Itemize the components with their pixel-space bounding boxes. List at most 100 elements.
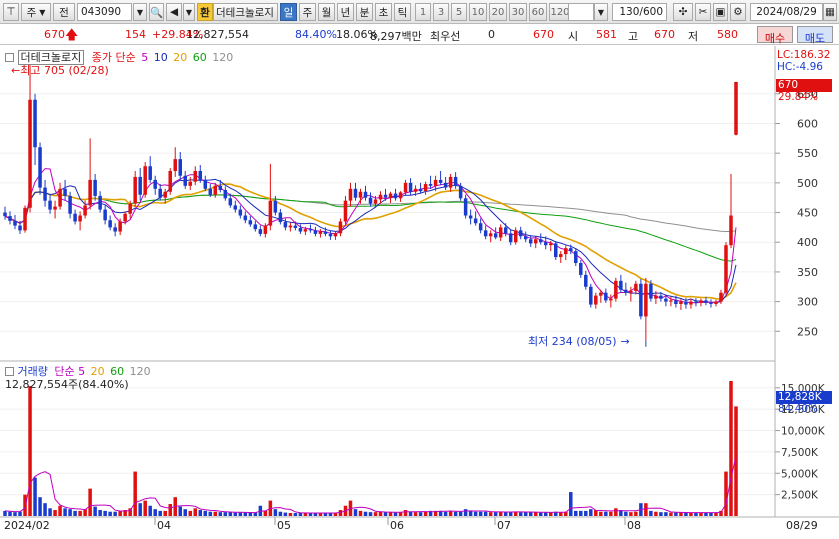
volume-current-pct: 84.40% (778, 403, 819, 415)
volume-panel-toggle-icon[interactable] (5, 367, 14, 376)
period-tab-3[interactable]: 년 (337, 3, 354, 21)
volume-bar (48, 508, 52, 516)
price-tick-label: 400 (797, 236, 818, 249)
calendar-icon[interactable]: ▦ (823, 3, 837, 21)
x-label-07: 07 (497, 519, 511, 532)
candle-body (268, 200, 273, 226)
exchange-button[interactable]: 환 (197, 3, 213, 21)
stock-name: 더테크놀로지 (216, 6, 274, 19)
volume-bar (579, 510, 583, 516)
volume-bar (263, 510, 268, 516)
candle-body (228, 198, 233, 206)
scissors-icon[interactable]: ✂ (695, 3, 711, 21)
interval-tab-0[interactable]: 1 (415, 3, 431, 21)
volume-bar (423, 511, 428, 516)
candle-body (433, 179, 438, 186)
layout-icon[interactable]: ⊤ (3, 3, 19, 21)
grid-settings-icon[interactable]: ✣ (673, 3, 693, 21)
interval-tab-6[interactable]: 60 (529, 3, 547, 21)
candle-body (248, 220, 253, 225)
volume-bar (223, 512, 228, 516)
volume-text: 12,827,554주(84.40%) (5, 378, 129, 391)
price-tick-label: 500 (797, 177, 818, 190)
gear-icon[interactable]: ⚙ (730, 3, 746, 21)
candle-body (734, 81, 738, 135)
volume-bar (664, 512, 668, 516)
candle-body (589, 286, 593, 305)
volume-bar (203, 510, 208, 516)
volume-bar (23, 494, 27, 516)
interval-dropdown-icon[interactable]: ▼ (594, 3, 608, 21)
sell-button[interactable]: 매도 (797, 26, 833, 45)
volume-bar (659, 512, 663, 516)
volume-bar (493, 512, 498, 516)
volume-bar (68, 509, 72, 516)
period-tab-5[interactable]: 초 (375, 3, 392, 21)
buy-label: 매수 (764, 32, 786, 45)
price-tick-label: 300 (797, 296, 818, 309)
candle-body (273, 200, 278, 213)
interval-tab-3[interactable]: 10 (469, 3, 487, 21)
volume-bar (724, 471, 728, 516)
interval-tab-4[interactable]: 20 (489, 3, 507, 21)
price-chart[interactable]: 25030035040045050055060065015,000K12,500… (0, 46, 839, 539)
volume-bar (488, 512, 493, 516)
current-pct-tag: 29.84% (778, 91, 819, 103)
stock-name-field[interactable]: 더테크놀로지 (213, 3, 278, 21)
save-icon[interactable]: ▣ (713, 3, 728, 21)
candle-body (443, 182, 448, 188)
candle-body (153, 179, 157, 189)
candle-body (659, 295, 663, 299)
candle-body (368, 197, 373, 204)
volume-bar (88, 488, 92, 516)
candle-body (664, 298, 668, 302)
candle-body (498, 227, 503, 238)
candle-body (574, 251, 578, 264)
sell-label: 매도 (804, 32, 826, 45)
candle-body (73, 213, 77, 222)
volume-tick-label: 10,000K (781, 426, 826, 438)
volume-bar (674, 512, 678, 516)
volume-bar (178, 506, 182, 516)
code-dropdown-icon[interactable]: ▼ (133, 3, 147, 21)
up-arrow-icon: 🡅 (65, 28, 79, 43)
interval-tab-2[interactable]: 5 (451, 3, 467, 21)
open-value: 581 (596, 28, 617, 41)
code-input[interactable]: 043090 (77, 3, 132, 21)
type-select[interactable]: 주 ▼ (21, 3, 51, 21)
count-field[interactable]: 130/600 (612, 3, 667, 21)
volume-bar (403, 510, 408, 516)
market-select[interactable]: 전 (53, 3, 75, 21)
panel-toggle-icon[interactable] (5, 53, 14, 62)
candle-body (614, 280, 618, 299)
volume-bar (3, 510, 7, 516)
period-tab-6[interactable]: 틱 (394, 3, 411, 21)
buy-button[interactable]: 매수 (757, 26, 793, 45)
volume-bar (113, 511, 117, 516)
market-label: 전 (59, 6, 69, 19)
candle-body (198, 170, 203, 180)
speaker-icon[interactable]: ◀ (166, 3, 182, 21)
candle-body (463, 198, 468, 216)
date-field[interactable]: 2024/08/29 (750, 3, 823, 21)
interval-tab-5[interactable]: 30 (509, 3, 527, 21)
candle-body (669, 300, 673, 302)
search-icon[interactable]: 🔍 (149, 3, 164, 21)
candle-body (3, 212, 7, 217)
period-tab-2[interactable]: 월 (318, 3, 335, 21)
period-tab-1[interactable]: 주 (299, 3, 316, 21)
candle-body (103, 209, 107, 221)
candle-body (283, 222, 288, 228)
left-arrow-icon: ← (11, 64, 21, 77)
candle-body (513, 230, 518, 243)
period-tab-4[interactable]: 분 (356, 3, 373, 21)
x-label-05: 05 (277, 519, 291, 532)
best-bid-value: 0 (488, 28, 495, 41)
interval-tab-1[interactable]: 3 (433, 3, 449, 21)
custom-interval-input[interactable] (568, 3, 594, 21)
volume-bar (63, 508, 67, 516)
volume-bar (543, 512, 548, 516)
speaker-dropdown-icon[interactable]: ▼ (183, 3, 195, 21)
ma10-label: 10 (153, 51, 168, 64)
period-tab-0[interactable]: 일 (280, 3, 297, 21)
